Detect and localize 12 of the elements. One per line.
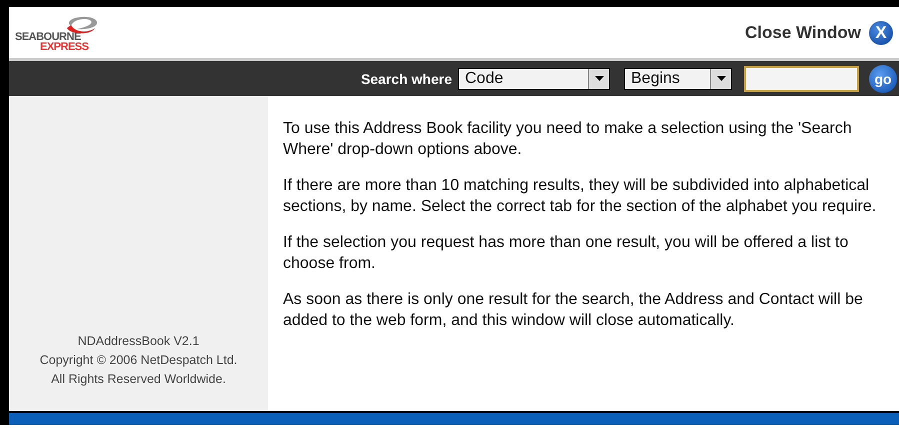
search-input[interactable] (744, 66, 859, 92)
close-window-link[interactable]: Close Window X (744, 20, 893, 44)
version-info: NDAddressBook V2.1 Copyright © 2006 NetDespatch Ltd. All Rights Reserved Worldwide. (40, 333, 238, 388)
instruction-paragraph: If the selection you request has more than one result, you will be offered a list to choose from. (283, 233, 850, 274)
go-button[interactable]: go (869, 64, 897, 92)
search-field-dropdown[interactable]: Code (458, 68, 610, 90)
instruction-paragraph: To use this Address Book facility you need to make a selection using the 'Search Where' drop-down options above. (283, 119, 853, 160)
instruction-paragraph: If there are more than 10 matching results, they will be subdivided into alphabetical sections, by name. Select the correct tab for the section of the alphabet you require. (283, 176, 878, 217)
instruction-paragraph: As soon as there is only one result for the search, the Address and Contact will be added to the web form, and this window will close automatically. (283, 290, 864, 331)
company-logo: SEABOURNE EXPRESS (15, 22, 88, 52)
match-type-dropdown[interactable]: Begins (624, 68, 732, 90)
search-where-label: Search where (360, 70, 452, 86)
